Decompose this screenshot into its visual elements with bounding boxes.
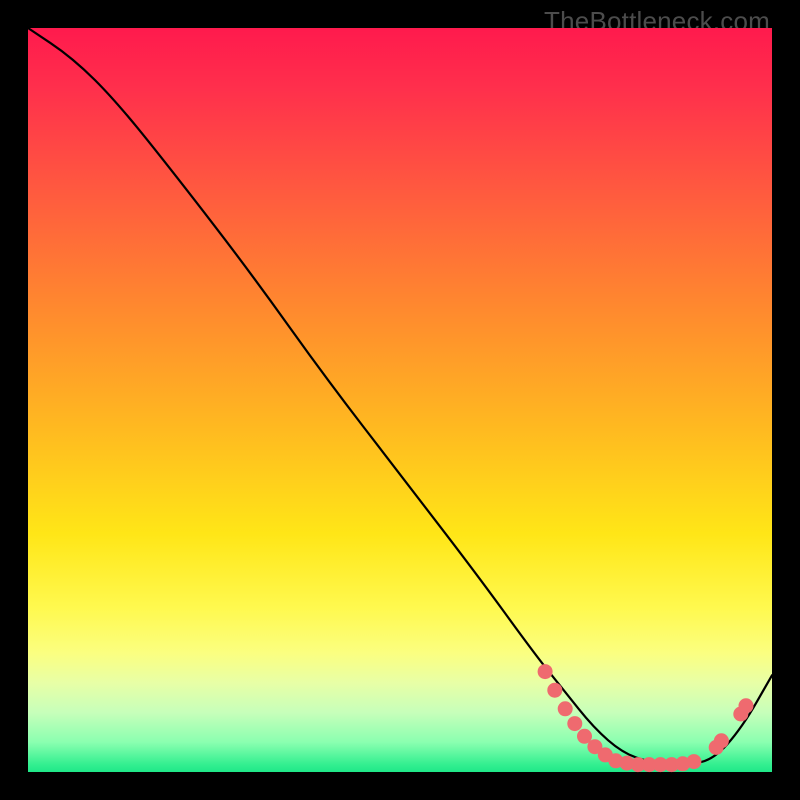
scatter-dot xyxy=(558,701,573,716)
scatter-dot xyxy=(547,683,562,698)
scatter-dot xyxy=(714,733,729,748)
chart-overlay xyxy=(28,28,772,772)
scatter-dot xyxy=(538,664,553,679)
plot-area xyxy=(28,28,772,772)
bottleneck-curve xyxy=(28,28,772,764)
scatter-dot xyxy=(567,716,582,731)
scatter-dot xyxy=(686,754,701,769)
scatter-dots xyxy=(538,664,754,772)
scatter-dot xyxy=(739,698,754,713)
chart-frame: TheBottleneck.com xyxy=(0,0,800,800)
